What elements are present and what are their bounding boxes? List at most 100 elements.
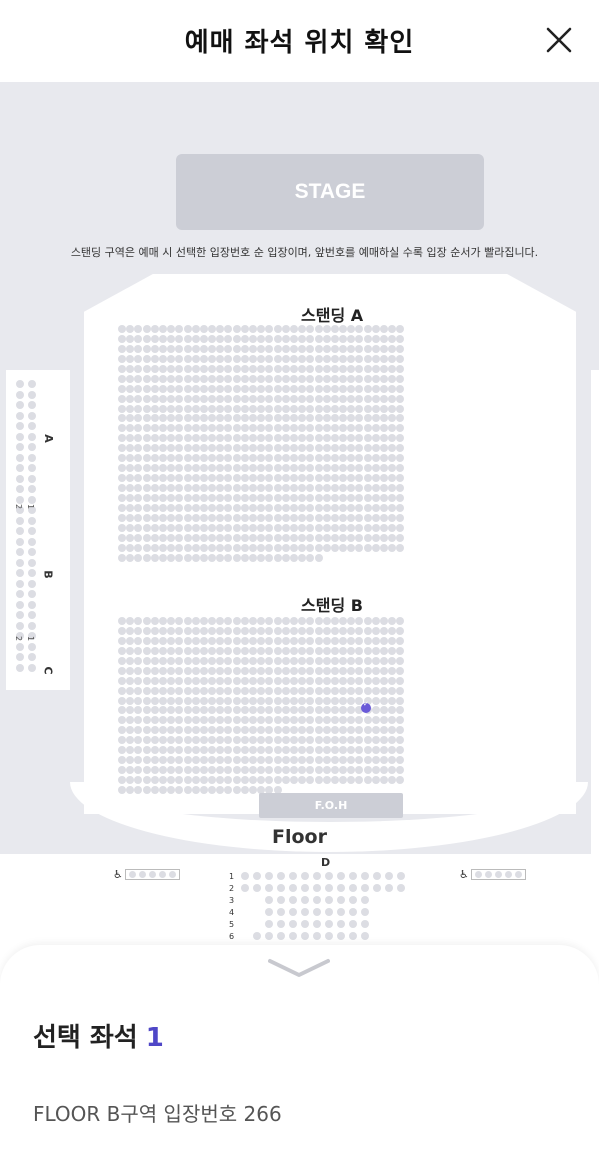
seat [281,706,290,715]
seat [355,676,364,685]
seat [126,414,135,423]
seat [142,414,151,423]
seat [265,424,274,433]
seat [142,553,151,562]
seat [257,513,266,522]
seat [240,646,249,655]
seat [298,716,307,725]
seat [150,726,159,735]
seat [249,474,257,483]
seat [134,414,143,423]
seat [396,424,405,433]
seat [232,636,241,645]
seat [232,617,241,625]
seat [314,354,323,363]
seat [388,424,397,433]
close-icon[interactable] [545,26,573,54]
seat [289,617,298,625]
seat [191,656,200,665]
seat [249,696,257,705]
seat [126,394,135,403]
seat [355,424,364,433]
seat [380,434,388,443]
seat [199,444,208,453]
seat [175,364,184,373]
seat [273,543,282,552]
seat [257,334,266,343]
seat [347,554,355,562]
seat [249,706,257,715]
seat [16,443,24,451]
seat [363,656,372,665]
seat [330,474,339,483]
seat [371,414,380,423]
seat [355,344,364,353]
seat [158,617,167,625]
seat [325,896,333,904]
seat [347,404,356,413]
seat [142,513,151,522]
seat [388,464,397,473]
seat [298,384,307,393]
seat [371,646,380,655]
seat [191,464,200,473]
seat [134,626,143,635]
chevron-down-icon[interactable] [268,957,330,979]
seat [216,414,225,423]
seat [224,344,233,353]
seat [347,726,356,735]
seat [347,776,356,784]
seat [347,325,356,333]
seat [330,404,339,413]
seat [167,756,176,765]
seat [232,553,241,562]
seat [396,414,405,423]
seat [289,776,298,784]
seat [199,404,208,413]
seat [216,756,225,765]
seat [339,384,348,393]
seat [175,706,184,715]
seat [232,716,241,725]
seat [306,513,315,522]
seat [306,626,315,635]
seat [396,776,405,784]
seat [363,334,372,343]
bottom-sheet: 선택 좌석 1 FLOOR B구역 입장번호 266 [0,945,599,1169]
seat [224,686,233,695]
seat [191,766,200,775]
seat [380,344,388,353]
seat [306,553,315,562]
seat [380,617,388,625]
seat [118,686,126,695]
seat [298,474,307,483]
seat [363,617,372,625]
seat [314,646,323,655]
seat [363,503,372,512]
seat [257,493,266,502]
seat [355,686,364,695]
seat [126,736,135,745]
seat [134,706,143,715]
seat [232,543,241,552]
seat [118,454,126,463]
seat [330,513,339,522]
seat [249,736,257,745]
seat [355,384,364,393]
seat [142,344,151,353]
seat [339,716,348,725]
seat [142,706,151,715]
seat [16,548,24,556]
selected-seat[interactable] [361,700,371,713]
seat [306,474,315,483]
seat [158,646,167,655]
seat [330,364,339,373]
seat [265,896,273,904]
seat [289,872,297,880]
seat [199,656,208,665]
seat [134,474,143,483]
seat [216,746,225,755]
seat [371,656,380,665]
seat [330,706,339,715]
seat [28,621,36,630]
